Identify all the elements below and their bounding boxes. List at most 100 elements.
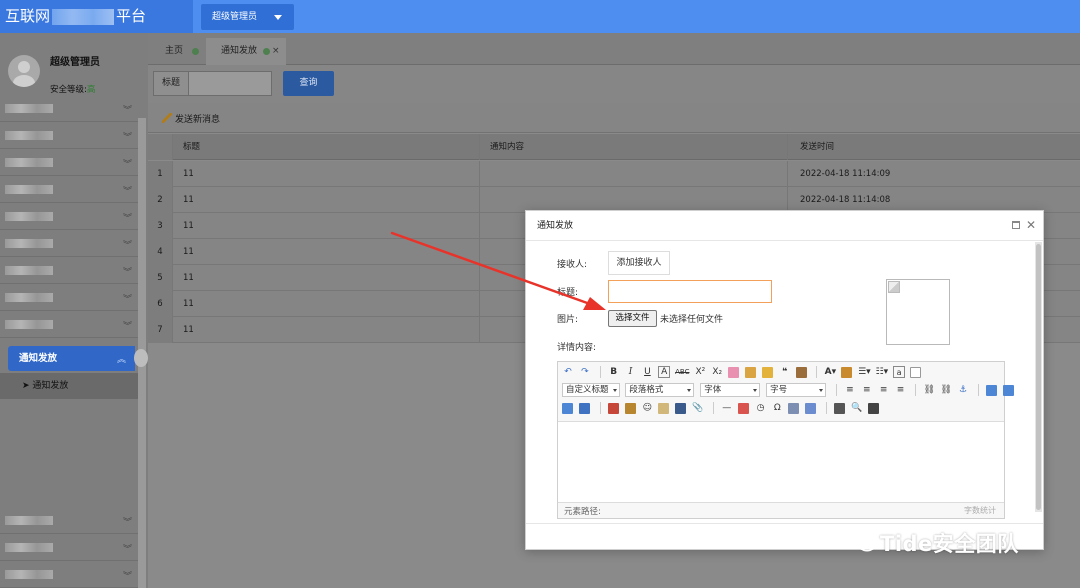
row-content (480, 161, 788, 187)
row-index: 7 (148, 317, 173, 343)
search-input[interactable] (188, 71, 272, 96)
time-icon[interactable]: ◷ (755, 401, 767, 415)
strikethrough-icon[interactable]: ABC (675, 365, 689, 379)
image-none-icon[interactable] (578, 402, 590, 414)
menu-label-redacted (5, 293, 53, 302)
tab-label: 通知发放 (221, 46, 258, 56)
ordered-list-icon[interactable]: ☰▾ (858, 365, 871, 379)
sidebar-item[interactable]: ︾ (0, 203, 138, 230)
anchor-icon[interactable]: ⚓ (957, 383, 969, 397)
security-level-value: 高 (86, 85, 96, 95)
emoticon-icon[interactable]: ☺ (641, 401, 653, 415)
sidebar-item[interactable]: ︾ (0, 122, 138, 149)
close-icon[interactable]: ✕ (1026, 217, 1036, 233)
add-recipient-button[interactable]: 添加接收人 (608, 251, 670, 275)
paragraph-format-select[interactable]: 段落格式 (625, 383, 695, 397)
underline-icon[interactable]: U (641, 365, 653, 379)
print-icon[interactable] (833, 402, 845, 414)
tab-home[interactable]: 主页 (150, 38, 206, 65)
submenu-item-notify[interactable]: ➤ 通知发放 (0, 373, 138, 399)
brand-logo[interactable]: 互联网 平台 (0, 0, 193, 33)
notify-dialog: 通知发放 ✕ 接收人: 添加接收人 标题: 图片: 选择文件 未选择任何文件 详… (525, 210, 1044, 550)
scrawl-icon[interactable] (658, 402, 670, 414)
search-bar: 标题 查询 (148, 65, 1080, 103)
search-replace-icon[interactable] (867, 402, 879, 414)
sidebar-item[interactable]: ︾ (0, 284, 138, 311)
sidebar-item-notify[interactable]: 通知发放 ︽ (8, 346, 135, 371)
insert-image-icon[interactable] (607, 402, 619, 414)
link-icon[interactable]: ⛓ (923, 383, 935, 397)
attachment-icon[interactable]: 📎 (692, 401, 704, 415)
sidebar-item[interactable]: ︾ (0, 311, 138, 338)
refresh-icon[interactable] (192, 48, 199, 55)
special-char-icon[interactable]: Ω (771, 401, 783, 415)
refresh-icon[interactable] (263, 48, 270, 55)
format-brush-icon[interactable] (744, 366, 756, 378)
superscript-icon[interactable]: X² (694, 365, 706, 379)
font-family-select[interactable]: 字体 (700, 383, 761, 397)
preview-icon[interactable]: 🔍 (851, 401, 863, 415)
choose-file-button[interactable]: 选择文件 (608, 310, 657, 327)
table-row[interactable]: 1 11 2022-04-18 11:14:09 (148, 161, 1080, 187)
font-border-icon[interactable]: A (658, 366, 671, 378)
editor-content-area[interactable] (558, 422, 1004, 502)
custom-title-select[interactable]: 自定义标题 (562, 383, 620, 397)
element-path: 元素路径: (564, 507, 601, 517)
redo-icon[interactable]: ↷ (579, 365, 591, 379)
align-left-icon[interactable]: ≡ (844, 383, 856, 397)
close-icon[interactable]: × (272, 38, 280, 65)
image-left-icon[interactable] (985, 384, 997, 396)
sidebar-item[interactable]: ︾ (0, 507, 138, 534)
sidebar-item[interactable]: ︾ (0, 257, 138, 284)
menu-label-redacted (5, 158, 53, 167)
search-button[interactable]: 查询 (283, 71, 334, 96)
sidebar-item[interactable]: ︾ (0, 230, 138, 257)
image-center-icon[interactable] (562, 402, 573, 414)
sidebar-item[interactable]: ︾ (0, 95, 138, 122)
header-content[interactable]: 通知内容 (480, 134, 788, 160)
clear-document-icon[interactable] (909, 366, 921, 378)
undo-icon[interactable]: ↶ (562, 365, 574, 379)
template-icon[interactable] (805, 402, 817, 414)
select-all-icon[interactable]: a (893, 366, 906, 378)
sidebar-item[interactable]: ︾ (0, 561, 138, 588)
role-dropdown-button[interactable]: 超级管理员 (201, 4, 294, 30)
font-color-icon[interactable]: A▾ (824, 365, 836, 379)
title-input[interactable] (608, 280, 772, 303)
date-icon[interactable] (737, 402, 749, 414)
chevron-down-icon: ︾ (122, 106, 132, 116)
multi-image-icon[interactable] (624, 402, 636, 414)
unordered-list-icon[interactable]: ☷▾ (876, 365, 889, 379)
detail-label: 详情内容: (557, 343, 597, 353)
italic-icon[interactable]: I (625, 365, 637, 379)
sidebar-item[interactable]: ︾ (0, 534, 138, 561)
sidebar-item[interactable]: ︾ (0, 149, 138, 176)
scrollbar-thumb[interactable] (1036, 244, 1041, 510)
eraser-icon[interactable] (728, 366, 740, 378)
background-color-icon[interactable] (841, 366, 853, 378)
send-new-message-button[interactable]: 发送新消息 (162, 112, 220, 125)
unlink-icon[interactable]: ⛓ (940, 383, 952, 397)
blockquote-icon[interactable]: ❝ (779, 365, 791, 379)
align-justify-icon[interactable]: ≡ (895, 383, 907, 397)
dialog-scrollbar[interactable] (1035, 242, 1042, 512)
paste-plain-icon[interactable] (795, 366, 807, 378)
autotype-icon[interactable] (761, 366, 773, 378)
subscript-icon[interactable]: X₂ (711, 365, 723, 379)
wordimage-icon[interactable] (788, 402, 800, 414)
header-time[interactable]: 发送时间 (788, 134, 1080, 160)
insert-video-icon[interactable] (675, 402, 687, 414)
font-size-select[interactable]: 字号 (766, 383, 827, 397)
sidebar-item[interactable]: ︾ (0, 176, 138, 203)
role-label: 超级管理员 (212, 12, 258, 22)
bold-icon[interactable]: B (608, 365, 620, 379)
header-title[interactable]: 标题 (173, 134, 480, 160)
watermark: Tide安全团队 (848, 526, 1048, 558)
image-right-icon[interactable] (1002, 384, 1014, 396)
horizontal-rule-icon[interactable]: — (721, 401, 733, 415)
align-right-icon[interactable]: ≡ (878, 383, 890, 397)
tab-notify[interactable]: 通知发放 × (206, 38, 286, 65)
maximize-icon[interactable] (1012, 221, 1020, 229)
align-center-icon[interactable]: ≡ (861, 383, 873, 397)
sidebar-collapse-handle[interactable] (134, 349, 148, 367)
